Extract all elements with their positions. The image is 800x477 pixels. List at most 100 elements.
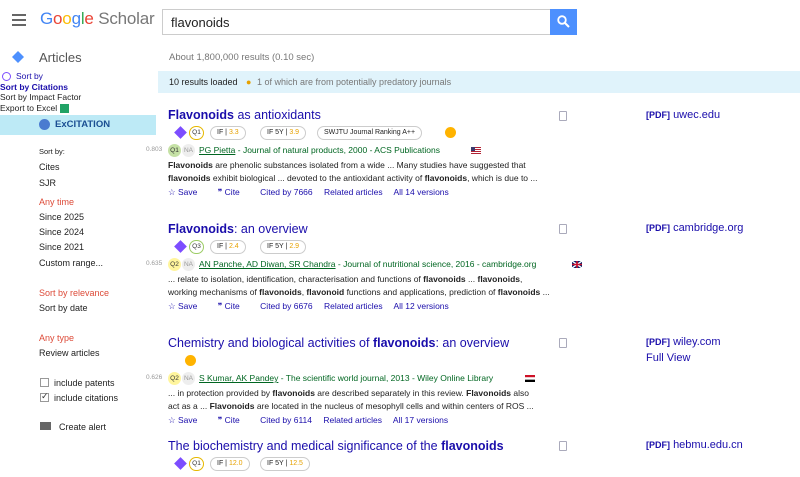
impact-factor-5y-badge: IF 5Y | 3.9 bbox=[260, 126, 307, 140]
egypt-flag-icon bbox=[525, 375, 535, 382]
sidebar-sort-by-label: Sort by: bbox=[39, 147, 65, 156]
sub-bar: Articles About 1,800,000 results (0.10 s… bbox=[0, 44, 800, 70]
result-badges: Q3 IF | 2.4 IF 5Y | 2.9 bbox=[168, 240, 568, 256]
save-button[interactable]: ☆ Save bbox=[168, 415, 206, 425]
coin-icon bbox=[185, 355, 196, 366]
excel-icon bbox=[60, 103, 70, 113]
result-title[interactable]: Chemistry and biological activities of f… bbox=[168, 336, 568, 350]
articles-diamond-icon bbox=[12, 51, 24, 63]
cited-by-link[interactable]: Cited by 6114 bbox=[260, 415, 312, 425]
related-articles-link[interactable]: Related articles bbox=[324, 187, 383, 197]
result-badges: Q1 IF | 3.3 IF 5Y | 3.9 SWJTU Journal Ra… bbox=[168, 126, 568, 142]
result-meta: 0.803 Q1 NA PG Pietta - Journal of natur… bbox=[146, 144, 568, 158]
cite-button[interactable]: ❞ Cite bbox=[218, 301, 249, 311]
sort-by-citations[interactable]: Sort by Citations bbox=[0, 82, 156, 93]
sidebar-since-2025[interactable]: Since 2025 bbox=[39, 212, 84, 222]
logo-letter: g bbox=[71, 9, 81, 28]
author-link[interactable]: S Kumar, AK Pandey bbox=[199, 373, 278, 383]
sidebar-sjr[interactable]: SJR bbox=[39, 178, 56, 188]
result-meta: 0.626 Q2 NA S Kumar, AK Pandey - The sci… bbox=[146, 372, 568, 386]
journal-diamond-icon bbox=[174, 126, 187, 139]
sidebar-cites[interactable]: Cites bbox=[39, 162, 60, 172]
top-bar: Google Scholar bbox=[0, 0, 800, 44]
related-articles-link[interactable]: Related articles bbox=[323, 415, 382, 425]
sidebar-custom-range[interactable]: Custom range... bbox=[39, 258, 103, 268]
related-articles-link[interactable]: Related articles bbox=[324, 301, 383, 311]
include-patents-checkbox[interactable] bbox=[40, 378, 49, 387]
excitation-label: ExCITATION bbox=[55, 119, 111, 130]
search-result: Flavonoids: an overview Q3 IF | 2.4 IF 5… bbox=[146, 222, 582, 312]
versions-link[interactable]: All 17 versions bbox=[393, 415, 448, 425]
result-actions: ☆ Save ❞ Cite Cited by 7666 Related arti… bbox=[168, 187, 568, 198]
logo-google: Google bbox=[40, 9, 98, 28]
quartile-badge: Q3 bbox=[189, 240, 204, 254]
quartile-badge: Q1 bbox=[189, 126, 204, 140]
journal-diamond-icon bbox=[174, 240, 187, 253]
document-icon bbox=[559, 111, 567, 121]
sort-by-link[interactable]: Sort by bbox=[0, 71, 156, 82]
result-snippet: Flavonoids are phenolic substances isola… bbox=[168, 160, 538, 183]
pdf-link[interactable]: [PDF] hebmu.edu.cn bbox=[646, 439, 743, 451]
na-badge: NA bbox=[182, 372, 195, 385]
create-alert[interactable]: Create alert bbox=[59, 422, 106, 432]
result-badges: Q1 IF | 12.0 IF 5Y | 12.5 bbox=[168, 457, 568, 473]
logo-letter: e bbox=[84, 9, 94, 28]
sidebar-any-type[interactable]: Any type bbox=[39, 333, 74, 343]
sidebar-since-2021[interactable]: Since 2021 bbox=[39, 242, 84, 252]
sidebar-sort-relevance[interactable]: Sort by relevance bbox=[39, 288, 109, 298]
cited-by-link[interactable]: Cited by 6676 bbox=[260, 301, 312, 311]
results-loaded: 10 results loaded bbox=[169, 77, 238, 87]
quartile-badge: Q1 bbox=[189, 457, 204, 471]
us-flag-icon bbox=[471, 147, 481, 154]
sidebar-review-articles[interactable]: Review articles bbox=[39, 348, 100, 358]
warning-icon: ● bbox=[246, 77, 252, 87]
search-result: Chemistry and biological activities of f… bbox=[146, 336, 568, 426]
save-button[interactable]: ☆ Save bbox=[168, 187, 206, 197]
versions-link[interactable]: All 14 versions bbox=[394, 187, 449, 197]
qa-badge: Q2 bbox=[168, 258, 181, 271]
sort-radio-icon bbox=[2, 72, 11, 81]
full-view-link[interactable]: Full View bbox=[646, 352, 690, 364]
search-result: Flavonoids as antioxidants Q1 IF | 3.3 I… bbox=[146, 108, 568, 198]
document-icon bbox=[559, 338, 567, 348]
search-button[interactable] bbox=[550, 9, 577, 35]
result-actions: ☆ Save ❞ Cite Cited by 6114 Related arti… bbox=[168, 415, 568, 426]
section-articles[interactable]: Articles bbox=[39, 50, 82, 65]
sidebar-any-time[interactable]: Any time bbox=[39, 197, 74, 207]
hamburger-menu-icon[interactable] bbox=[12, 14, 26, 26]
sidebar-since-2024[interactable]: Since 2024 bbox=[39, 227, 84, 237]
cite-button[interactable]: ❞ Cite bbox=[218, 187, 249, 197]
versions-link[interactable]: All 12 versions bbox=[394, 301, 449, 311]
impact-factor-5y-badge: IF 5Y | 12.5 bbox=[260, 457, 310, 471]
logo-letter: o bbox=[53, 9, 63, 28]
google-scholar-logo[interactable]: Google Scholar bbox=[40, 9, 155, 29]
cited-by-link[interactable]: Cited by 7666 bbox=[260, 187, 312, 197]
sidebar-sort-date[interactable]: Sort by date bbox=[39, 303, 88, 313]
predatory-note: 1 of which are from potentially predator… bbox=[257, 77, 452, 87]
author-link[interactable]: PG Pietta bbox=[199, 145, 235, 155]
search-input[interactable] bbox=[162, 9, 550, 35]
result-badges bbox=[168, 354, 568, 370]
relevance-score: 0.626 bbox=[146, 374, 163, 381]
qa-badge: Q2 bbox=[168, 372, 181, 385]
pdf-link[interactable]: [PDF] wiley.com bbox=[646, 336, 721, 348]
cite-button[interactable]: ❞ Cite bbox=[218, 415, 249, 425]
pdf-link[interactable]: [PDF] uwec.edu bbox=[646, 109, 720, 121]
result-title[interactable]: Flavonoids: an overview bbox=[168, 222, 568, 236]
excitation-panel[interactable]: ExCITATION bbox=[0, 115, 156, 135]
source-text: - The scientific world journal, 2013 - W… bbox=[278, 373, 494, 383]
relevance-score: 0.635 bbox=[146, 260, 163, 267]
include-citations-checkbox[interactable] bbox=[40, 391, 49, 402]
export-excel[interactable]: Export to Excel bbox=[0, 103, 156, 114]
coin-icon bbox=[445, 127, 456, 138]
author-link[interactable]: AN Panche, AD Diwan, SR Chandra bbox=[199, 259, 336, 269]
result-title[interactable]: Flavonoids as antioxidants bbox=[168, 108, 568, 122]
journal-diamond-icon bbox=[174, 457, 187, 470]
result-actions: ☆ Save ❞ Cite Cited by 6676 Related arti… bbox=[168, 301, 568, 312]
result-title[interactable]: The biochemistry and medical significanc… bbox=[168, 439, 568, 453]
pdf-link[interactable]: [PDF] cambridge.org bbox=[646, 222, 743, 234]
journal-ranking-badge: SWJTU Journal Ranking A++ bbox=[317, 126, 423, 140]
sort-by-impact[interactable]: Sort by Impact Factor bbox=[0, 92, 156, 103]
na-badge: NA bbox=[182, 258, 195, 271]
save-button[interactable]: ☆ Save bbox=[168, 301, 206, 311]
